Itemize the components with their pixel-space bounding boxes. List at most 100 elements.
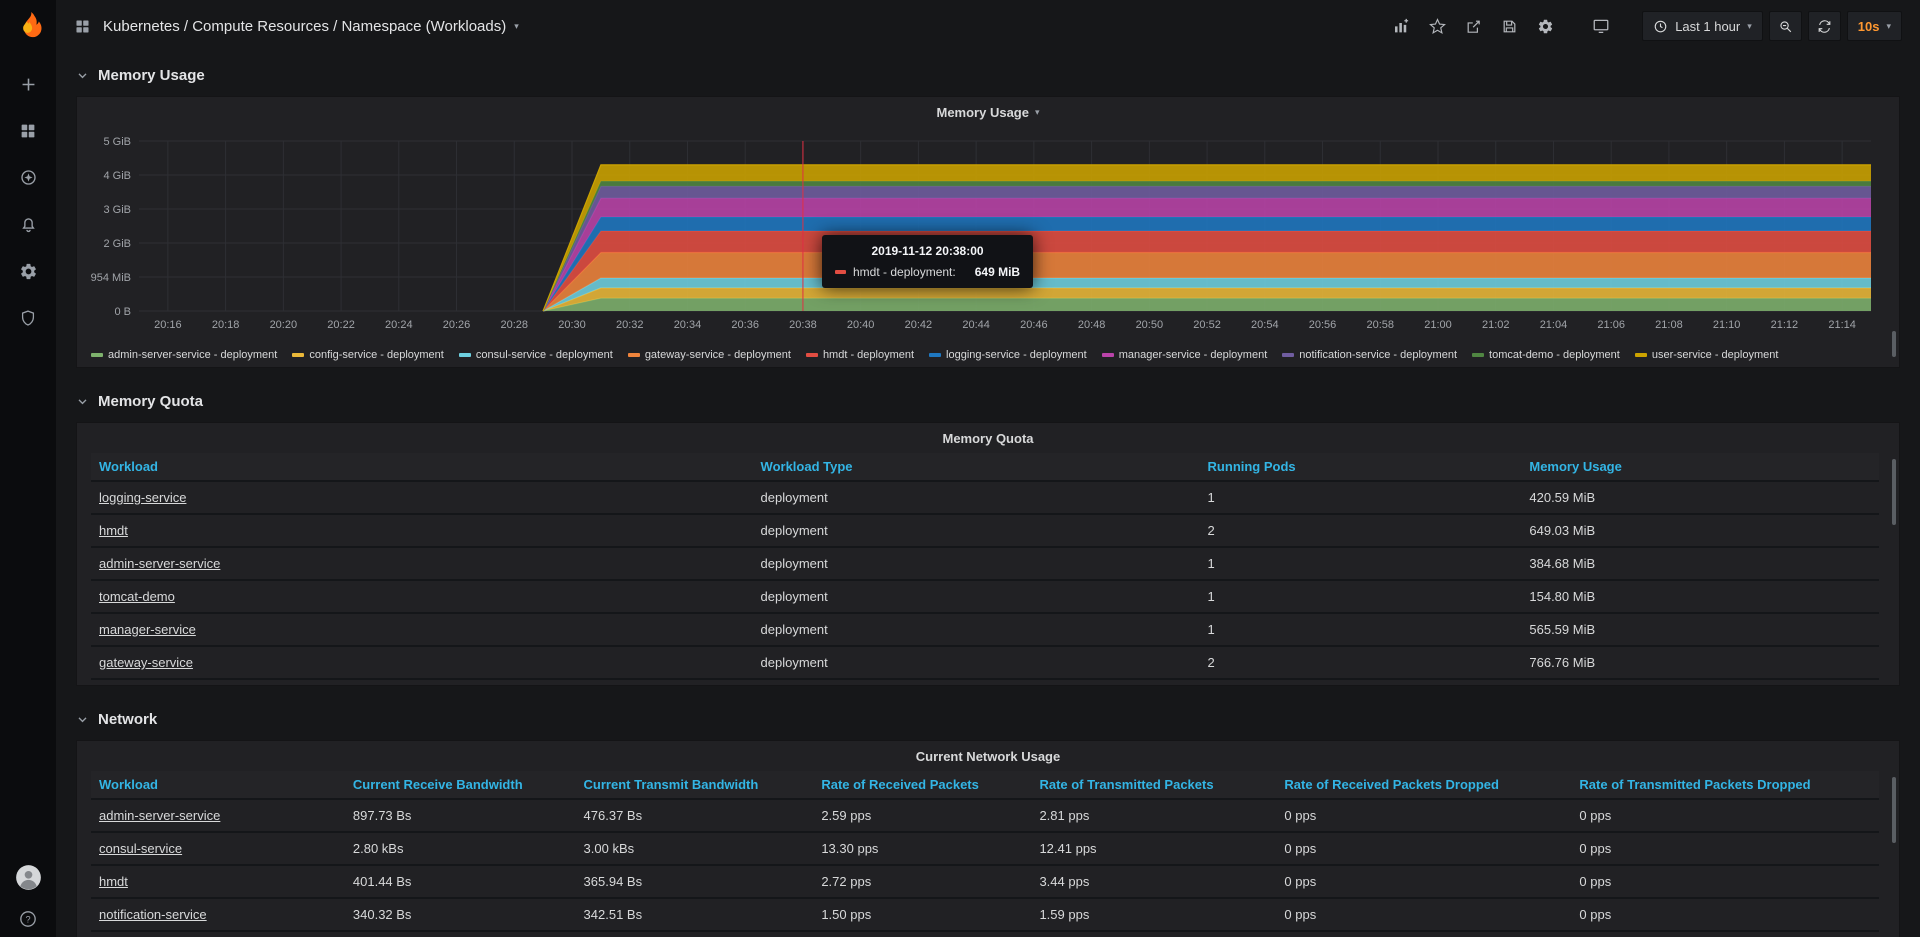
column-header[interactable]: Rate of Received Packets [813, 771, 1031, 799]
workload-link[interactable]: admin-server-service [99, 556, 220, 571]
zoom-out-button[interactable] [1769, 11, 1802, 41]
sidebar-item-server-admin[interactable] [19, 309, 37, 327]
dashboards-grid-icon [19, 122, 37, 140]
svg-text:20:40: 20:40 [847, 319, 875, 331]
add-panel-button[interactable] [1386, 11, 1416, 41]
workload-link[interactable]: gateway-service [99, 655, 193, 670]
sidebar-menu [19, 75, 38, 327]
legend-swatch [459, 353, 471, 357]
svg-text:20:50: 20:50 [1136, 319, 1164, 331]
tv-mode-button[interactable] [1586, 11, 1616, 41]
column-header[interactable]: Running Pods [1200, 453, 1522, 481]
legend-swatch [1635, 353, 1647, 357]
sidebar-item-configuration[interactable] [19, 262, 38, 281]
section-title: Network [98, 711, 157, 728]
legend-swatch [1102, 353, 1114, 357]
cell: 365.94 Bs [576, 865, 814, 898]
section-header-memory-quota[interactable]: Memory Quota [76, 388, 1900, 414]
sidebar-item-create[interactable] [19, 75, 38, 94]
legend-item[interactable]: tomcat-demo - deployment [1472, 349, 1620, 361]
workload-link[interactable]: manager-service [99, 622, 196, 637]
workload-link[interactable]: logging-service [99, 490, 186, 505]
column-header[interactable]: Workload Type [753, 453, 1200, 481]
share-button[interactable] [1458, 11, 1488, 41]
workload-link[interactable]: consul-service [99, 841, 182, 856]
cell: admin-server-service [91, 799, 345, 832]
cell: 0 pps [1571, 832, 1879, 865]
dashboard-title-dropdown[interactable]: Kubernetes / Compute Resources / Namespa… [103, 18, 519, 35]
memory-usage-panel: Memory Usage ▾ 0 B954 MiB2 GiB3 GiB4 GiB… [76, 96, 1900, 368]
legend-item[interactable]: logging-service - deployment [929, 349, 1087, 361]
section-header-memory-usage[interactable]: Memory Usage [76, 62, 1900, 88]
cell: tomcat-demo [91, 580, 753, 613]
legend-item[interactable]: notification-service - deployment [1282, 349, 1457, 361]
dashboard-navbar: Kubernetes / Compute Resources / Namespa… [56, 0, 1920, 52]
panel-title-memory-usage[interactable]: Memory Usage ▾ [77, 97, 1899, 127]
cell: hmdt [91, 514, 753, 547]
workload-link[interactable]: tomcat-demo [99, 589, 175, 604]
cell: consul-service [91, 832, 345, 865]
svg-text:4 GiB: 4 GiB [103, 170, 131, 182]
column-header[interactable]: Workload [91, 771, 345, 799]
dashboard-picker-button[interactable] [74, 18, 91, 35]
column-header[interactable]: Workload [91, 453, 753, 481]
user-profile[interactable] [15, 864, 42, 891]
workload-link[interactable]: hmdt [99, 523, 128, 538]
svg-text:5 GiB: 5 GiB [103, 136, 131, 148]
column-header[interactable]: Memory Usage [1521, 453, 1879, 481]
dashboard-settings-button[interactable] [1530, 11, 1560, 41]
table-header-row: WorkloadCurrent Receive BandwidthCurrent… [91, 771, 1879, 799]
share-icon [1465, 18, 1482, 35]
cell: hmdt [91, 865, 345, 898]
tooltip-value: 649 MiB [975, 265, 1020, 279]
svg-text:20:42: 20:42 [905, 319, 933, 331]
legend-item[interactable]: consul-service - deployment [459, 349, 613, 361]
scrollbar-thumb[interactable] [1892, 777, 1896, 843]
section-header-network[interactable]: Network [76, 706, 1900, 732]
legend-item[interactable]: manager-service - deployment [1102, 349, 1268, 361]
avatar [15, 864, 42, 891]
network-usage-panel: Current Network Usage WorkloadCurrent Re… [76, 740, 1900, 937]
column-header[interactable]: Current Transmit Bandwidth [576, 771, 814, 799]
legend-item[interactable]: user-service - deployment [1635, 349, 1779, 361]
help-menu[interactable]: ? [18, 909, 38, 929]
svg-text:20:52: 20:52 [1193, 319, 1221, 331]
sidebar-item-alerting[interactable] [19, 215, 38, 234]
grafana-logo[interactable] [13, 10, 43, 45]
refresh-interval-picker[interactable]: 10s ▾ [1847, 11, 1902, 41]
legend-item[interactable]: gateway-service - deployment [628, 349, 791, 361]
column-header[interactable]: Current Receive Bandwidth [345, 771, 576, 799]
tooltip-timestamp: 2019-11-12 20:38:00 [835, 244, 1020, 258]
column-header[interactable]: Rate of Transmitted Packets [1031, 771, 1276, 799]
chevron-down-icon: ▾ [1747, 21, 1752, 32]
time-range-picker[interactable]: Last 1 hour ▾ [1642, 11, 1763, 41]
workload-link[interactable]: hmdt [99, 874, 128, 889]
workload-link[interactable]: admin-server-service [99, 808, 220, 823]
sidebar-item-dashboards[interactable] [19, 122, 37, 140]
section-title: Memory Quota [98, 393, 203, 410]
cell: 3.44 pps [1031, 865, 1276, 898]
refresh-button[interactable] [1808, 11, 1841, 41]
sidebar-item-explore[interactable] [19, 168, 38, 187]
table-row: gateway-servicedeployment2766.76 MiB [91, 646, 1879, 679]
gear-icon [1537, 18, 1554, 35]
legend-item[interactable]: hmdt - deployment [806, 349, 914, 361]
workload-link[interactable]: notification-service [99, 907, 207, 922]
panel-title-network-usage[interactable]: Current Network Usage [77, 741, 1899, 771]
table-row: manager-servicedeployment1565.59 MiB [91, 613, 1879, 646]
legend-item[interactable]: config-service - deployment [292, 349, 444, 361]
cell: 2.72 pps [813, 865, 1031, 898]
cell: 0 pps [1571, 865, 1879, 898]
save-button[interactable] [1494, 11, 1524, 41]
legend-item[interactable]: admin-server-service - deployment [91, 349, 277, 361]
favorite-button[interactable] [1422, 11, 1452, 41]
monitor-icon [1592, 17, 1610, 35]
chart-legend: admin-server-service - deployment config-… [77, 348, 1899, 369]
column-header[interactable]: Rate of Transmitted Packets Dropped [1571, 771, 1879, 799]
legend-label: admin-server-service - deployment [108, 349, 277, 361]
scrollbar-thumb[interactable] [1892, 459, 1896, 525]
scrollbar-thumb[interactable] [1892, 331, 1896, 357]
column-header[interactable]: Rate of Received Packets Dropped [1276, 771, 1571, 799]
legend-label: user-service - deployment [1652, 349, 1779, 361]
panel-title-memory-quota[interactable]: Memory Quota [77, 423, 1899, 453]
